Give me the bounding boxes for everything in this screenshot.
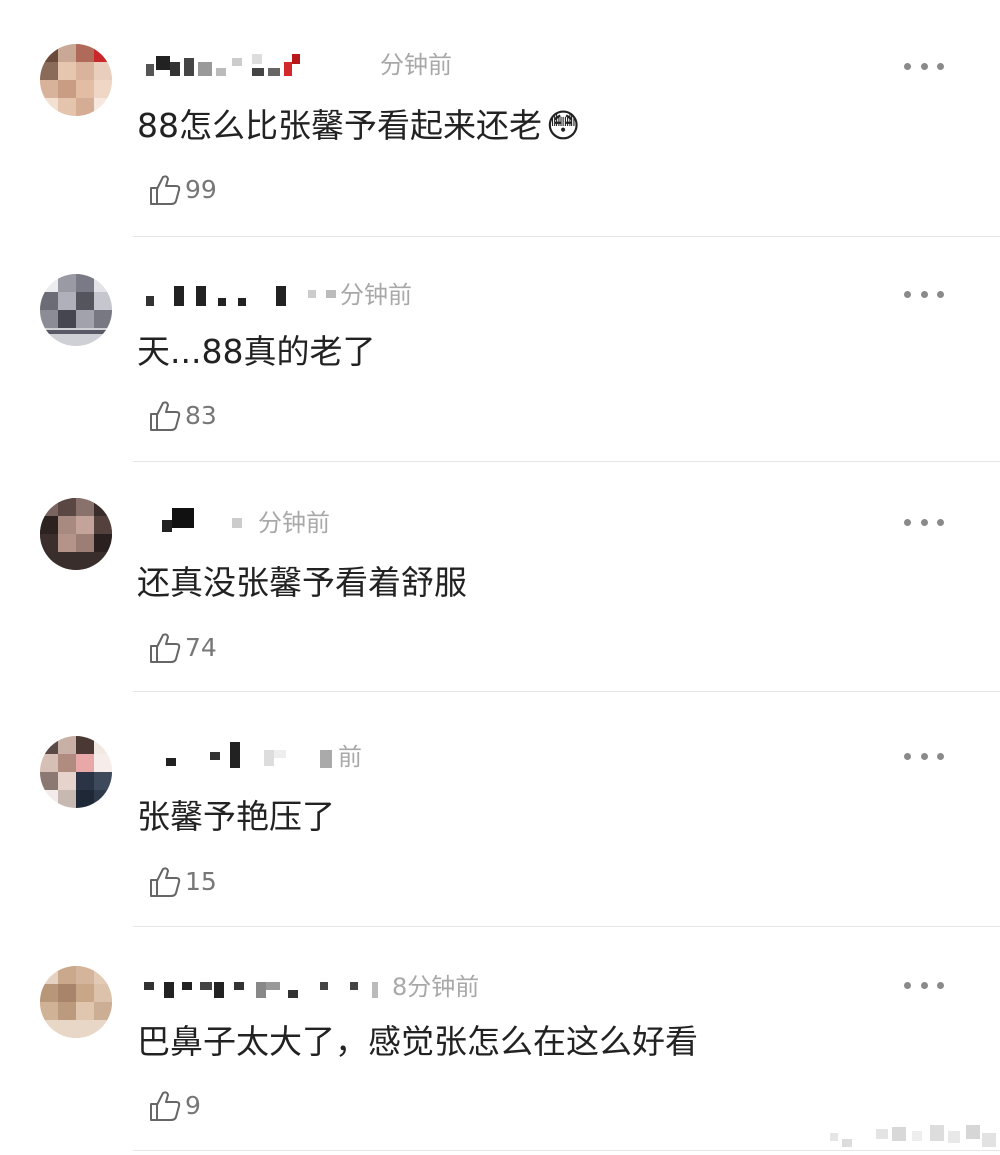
watermark-redacted xyxy=(820,1117,1000,1155)
more-dots-icon xyxy=(904,290,911,298)
comment-body: 巴鼻子太大了，感觉张怎么在这么好看 xyxy=(137,1022,698,1061)
comment-time: 8分钟前 xyxy=(392,973,480,1001)
username-redacted[interactable] xyxy=(140,972,380,1002)
avatar[interactable] xyxy=(40,736,112,808)
like-button[interactable]: 74 xyxy=(147,628,217,668)
thumbs-up-icon xyxy=(150,175,181,205)
like-count: 99 xyxy=(185,175,217,204)
like-count: 15 xyxy=(185,867,217,896)
like-count: 74 xyxy=(185,633,217,662)
thumbs-up-icon xyxy=(150,633,181,663)
avatar[interactable] xyxy=(40,44,112,116)
thumbs-up-icon xyxy=(150,867,181,897)
more-dots-icon xyxy=(904,518,911,526)
like-button[interactable]: 83 xyxy=(147,396,217,436)
avatar[interactable] xyxy=(40,274,112,346)
thumbs-up-icon xyxy=(150,401,181,431)
more-options-button[interactable] xyxy=(904,746,944,766)
like-button[interactable]: 9 xyxy=(147,1086,201,1126)
comment-text: 张馨予艳压了 xyxy=(137,795,335,839)
comment-time: 分钟前 xyxy=(380,51,452,79)
avatar[interactable] xyxy=(40,966,112,1038)
comment-body: 88怎么比张馨予看起来还老 xyxy=(137,106,542,145)
more-options-button[interactable] xyxy=(904,56,944,76)
divider xyxy=(133,926,1000,927)
thumbs-up-icon xyxy=(150,1091,181,1121)
comment-text: 巴鼻子太大了，感觉张怎么在这么好看 xyxy=(137,1020,698,1064)
comment-text: 天...88真的老了 xyxy=(137,330,375,374)
more-dots-icon xyxy=(904,752,911,760)
more-dots-icon xyxy=(904,62,911,70)
more-options-button[interactable] xyxy=(904,284,944,304)
divider xyxy=(133,691,1000,692)
like-button[interactable]: 15 xyxy=(147,862,217,902)
comment-time: 分钟前 xyxy=(258,509,330,537)
comment-body: 还真没张馨予看着舒服 xyxy=(137,563,467,602)
comment-time: 前 xyxy=(338,743,362,771)
more-options-button[interactable] xyxy=(904,512,944,532)
comment-body: 张馨予艳压了 xyxy=(137,797,335,836)
comment-text: 还真没张馨予看着舒服 xyxy=(137,561,467,605)
like-count: 9 xyxy=(185,1091,201,1120)
username-redacted[interactable] xyxy=(140,50,380,80)
avatar[interactable] xyxy=(40,498,112,570)
comment-body: 天...88真的老了 xyxy=(137,332,376,371)
comment-text: 88怎么比张馨予看起来还老 😳 xyxy=(137,104,580,148)
divider xyxy=(133,461,1000,462)
comment-time: 分钟前 xyxy=(340,281,412,309)
flushed-face-icon: 😳 xyxy=(546,106,581,145)
divider xyxy=(133,236,1000,237)
more-dots-icon xyxy=(904,981,911,989)
more-options-button[interactable] xyxy=(904,975,944,995)
like-button[interactable]: 99 xyxy=(147,170,217,210)
like-count: 83 xyxy=(185,401,217,430)
